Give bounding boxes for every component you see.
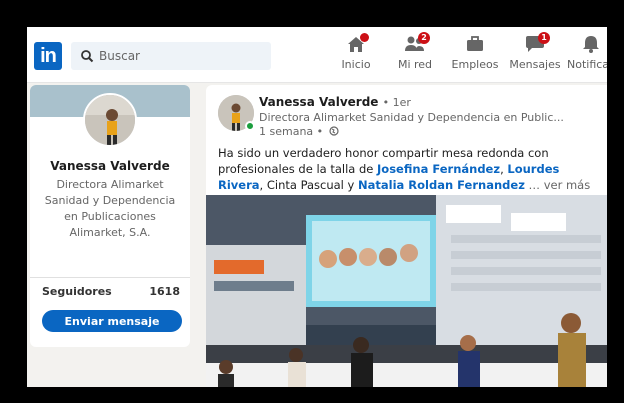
profile-divider [30, 277, 190, 278]
network-badge: 2 [418, 32, 430, 44]
linkedin-logo[interactable]: in [34, 42, 62, 70]
search-input[interactable] [99, 42, 267, 70]
search-icon [81, 50, 94, 63]
followers-count: 1618 [149, 285, 180, 298]
post-image[interactable] [206, 195, 607, 387]
followers-label: Seguidores [42, 285, 112, 298]
nav-home-label: Inicio [341, 58, 371, 71]
nav-jobs-label: Empleos [451, 58, 499, 71]
messaging-badge: 1 [538, 32, 550, 44]
see-more-link[interactable]: … ver más [525, 178, 591, 192]
profile-avatar[interactable] [83, 93, 137, 147]
mention-natalia[interactable]: Natalia Roldan Fernandez [358, 178, 525, 192]
send-message-button[interactable]: Enviar mensaje [42, 310, 182, 332]
nav-jobs[interactable]: Empleos [449, 35, 501, 79]
feed-post: Vanessa Valverde • 1er Directora Alimark… [206, 85, 607, 387]
globe-icon [329, 126, 339, 136]
nav-network[interactable]: 2 Mi red [393, 32, 437, 79]
post-author-name[interactable]: Vanessa Valverde [259, 95, 378, 109]
conference-photo [206, 195, 607, 387]
connection-degree: • 1er [382, 96, 411, 109]
post-author-headline: Directora Alimarket Sanidad y Dependenci… [259, 111, 564, 124]
search-box[interactable] [71, 42, 271, 70]
nav-notifications[interactable]: Notificac [567, 35, 607, 79]
post-text: Ha sido un verdadero honor compartir mes… [218, 145, 602, 193]
briefcase-icon [467, 36, 483, 51]
nav-home[interactable]: Inicio [335, 33, 377, 79]
profile-name[interactable]: Vanessa Valverde [30, 159, 190, 173]
top-nav: in Inicio [27, 27, 607, 83]
post-text-mid: , Cinta Pascual y [259, 178, 358, 192]
profile-card: Vanessa Valverde Directora Alimarket San… [30, 85, 190, 347]
nav-notifications-label: Notificac [567, 58, 607, 71]
nav-messaging[interactable]: 1 Mensajes [507, 32, 563, 79]
person-photo [85, 95, 135, 145]
bell-icon [583, 36, 599, 53]
nav-network-label: Mi red [397, 58, 433, 71]
home-notification-dot [360, 33, 369, 42]
linkedin-window: in Inicio [27, 27, 607, 387]
nav-messaging-label: Mensajes [509, 58, 561, 71]
post-timestamp: 1 semana • [259, 125, 324, 138]
mention-josefina[interactable]: Josefina Fernández [377, 162, 500, 176]
online-status-icon [245, 121, 255, 131]
profile-headline: Directora Alimarket Sanidad y Dependenci… [44, 178, 176, 239]
